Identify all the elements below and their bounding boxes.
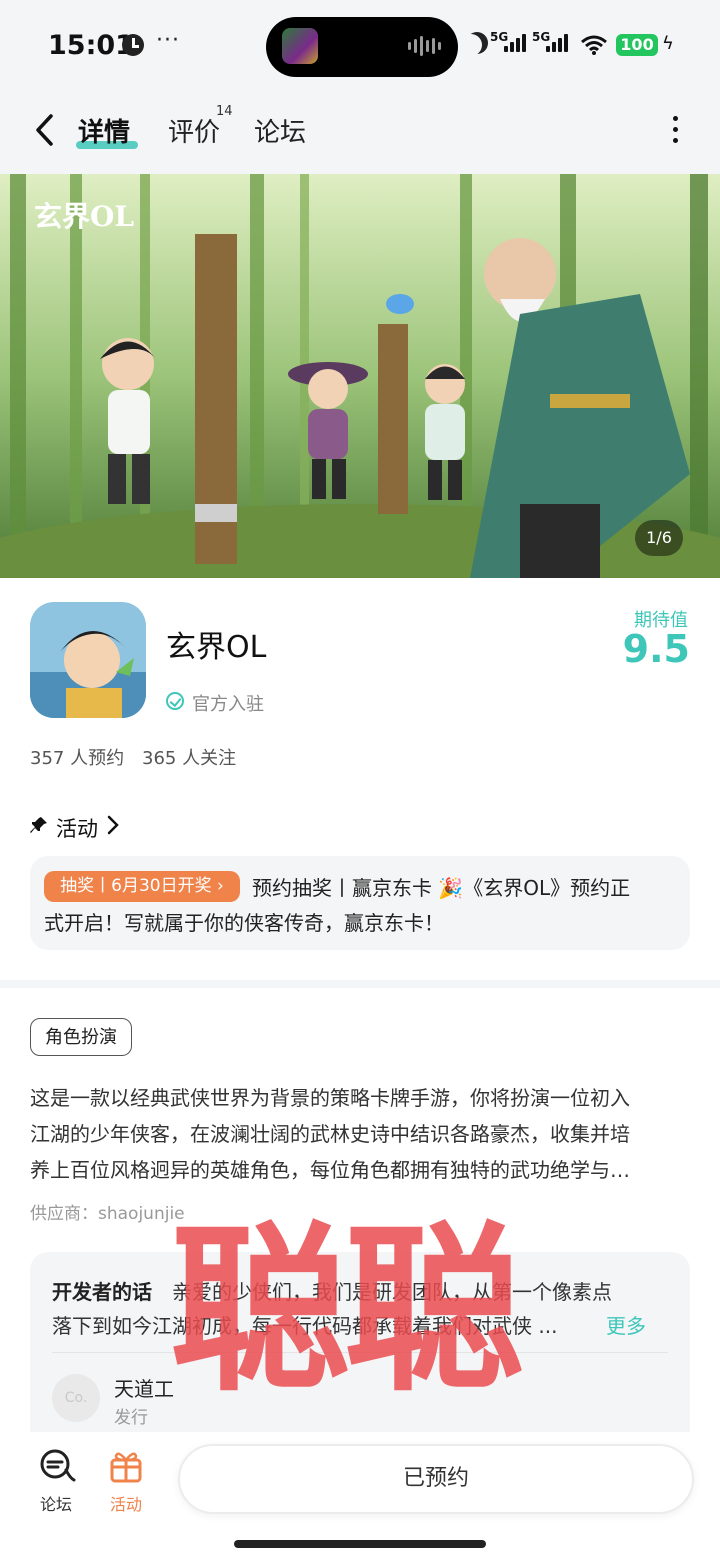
description-line: 这是一款以经典武侠世界为背景的策略卡牌手游，你将扮演一位初入 xyxy=(30,1086,630,1110)
section-divider xyxy=(0,980,720,988)
activity-text-line-1: 预约抽奖丨赢京东卡 🎉《玄界OL》预约正 xyxy=(252,876,631,900)
hero-illustration: 玄界OL xyxy=(0,174,720,578)
wifi-icon xyxy=(581,35,607,55)
carousel-counter: 1/6 xyxy=(635,520,683,556)
activity-tab-label[interactable]: 活动 xyxy=(110,1491,142,1515)
forum-icon[interactable] xyxy=(38,1448,76,1484)
more-link[interactable]: 更多 xyxy=(606,1310,646,1339)
tab-forum[interactable]: 论坛 xyxy=(254,112,306,149)
activity-text-line-2: 式开启！写就属于你的侠客传奇，赢京东卡！ xyxy=(44,911,444,935)
chevron-right-icon[interactable] xyxy=(106,815,120,835)
app-icon xyxy=(30,602,146,718)
signal-bars-icon xyxy=(504,34,526,52)
signal-bars-icon xyxy=(546,34,568,52)
audio-wave-icon xyxy=(408,36,441,56)
tab-reviews[interactable]: 评价 xyxy=(168,112,220,149)
battery-indicator: 100 xyxy=(616,34,658,56)
game-description[interactable]: 这是一款以经典武侠世界为背景的策略卡牌手游，你将扮演一位初入 江湖的少年侠客，在… xyxy=(30,1080,690,1188)
more-notifications-icon: ··· xyxy=(156,28,180,53)
expectation-score: 9.5 xyxy=(622,627,690,671)
publisher-name[interactable]: 天道工 xyxy=(114,1373,174,1402)
clock-icon xyxy=(122,34,144,56)
home-indicator[interactable] xyxy=(234,1540,486,1548)
developer-notes-title: 开发者的话 xyxy=(52,1280,152,1304)
verified-label: 官方入驻 xyxy=(192,694,264,715)
pin-icon xyxy=(30,817,47,833)
activity-section-title[interactable]: 活动 xyxy=(56,813,98,843)
verified-check-icon xyxy=(166,692,184,710)
watermark-text: 聪聪 xyxy=(170,1207,524,1416)
description-line: 养上百位风格迥异的英雄角色，每位角色都拥有独特的武功绝学与… xyxy=(30,1158,630,1182)
supplier-label: 供应商：shaojunjie xyxy=(30,1204,185,1224)
charging-icon: ϟ xyxy=(662,33,674,54)
more-options-icon[interactable] xyxy=(668,116,682,146)
follower-count: 365 人关注 xyxy=(142,748,237,769)
publisher-role: 发行 xyxy=(114,1408,148,1428)
do-not-disturb-icon xyxy=(466,32,488,54)
reservation-count: 357 人预约 xyxy=(30,748,125,769)
hero-logo: 玄界OL xyxy=(34,200,134,233)
media-thumbnail[interactable] xyxy=(282,28,318,64)
hero-banner-image[interactable]: 玄界OL xyxy=(0,174,720,578)
genre-tag[interactable]: 角色扮演 xyxy=(30,1018,132,1056)
publisher-avatar[interactable]: Co. xyxy=(52,1374,100,1422)
app-name: 玄界OL xyxy=(166,630,267,665)
description-line: 江湖的少年侠客，在波澜壮阔的武林史诗中结识各路豪杰，收集并培 xyxy=(30,1122,630,1146)
gift-icon[interactable] xyxy=(108,1448,144,1484)
tab-details[interactable]: 详情 xyxy=(78,112,130,149)
reserved-button[interactable]: 已预约 xyxy=(178,1444,694,1514)
lottery-tag[interactable]: 抽奖丨6月30日开奖 › xyxy=(44,871,240,902)
reviews-count-badge: 14 xyxy=(216,104,233,119)
forum-tab-label[interactable]: 论坛 xyxy=(40,1491,72,1515)
back-icon[interactable] xyxy=(32,112,56,148)
